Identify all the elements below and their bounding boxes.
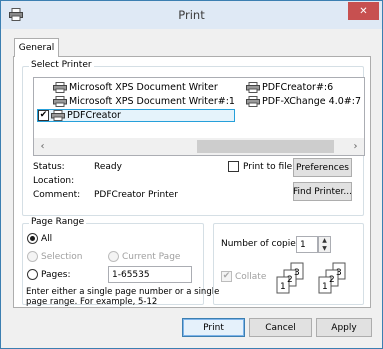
- status-label: Status:: [33, 162, 65, 172]
- page-number: 3: [294, 268, 300, 278]
- printer-item-xps-1[interactable]: Microsoft XPS Document Writer#:1: [53, 95, 235, 108]
- printer-icon: [246, 96, 260, 107]
- collate-illustration: 3 2 1 3 2 1: [276, 262, 346, 294]
- collate-label[interactable]: Collate: [235, 272, 266, 282]
- printer-item-pdfcreator[interactable]: ✔ PDFCreator: [37, 109, 235, 122]
- printer-name: PDFCreator#:6: [262, 82, 334, 93]
- printer-item-pdfcreator-6[interactable]: PDFCreator#:6: [246, 81, 333, 94]
- cancel-button[interactable]: Cancel: [249, 318, 312, 337]
- collate-checkbox[interactable]: ✔: [221, 271, 232, 282]
- printer-icon: [53, 82, 67, 93]
- printer-name: Microsoft XPS Document Writer#:1: [69, 96, 235, 107]
- current-page-label[interactable]: Current Page: [122, 252, 180, 262]
- print-button[interactable]: Print: [182, 318, 245, 337]
- pages-radio[interactable]: [27, 269, 38, 280]
- printer-name: PDFCreator: [67, 110, 121, 121]
- tab-general[interactable]: General: [14, 38, 59, 57]
- all-pages-label[interactable]: All: [41, 234, 52, 244]
- page-number: 1: [280, 282, 286, 292]
- print-dialog: Print ✕ General Select Printer Microsoft…: [0, 0, 383, 349]
- page-range-legend: Page Range: [29, 217, 87, 227]
- copies-group: Number of copies: ▲ ▼ ✔ Collate: [213, 223, 364, 305]
- all-pages-radio[interactable]: [27, 233, 38, 244]
- find-printer-button[interactable]: Find Printer...: [293, 182, 352, 201]
- close-button[interactable]: ✕: [348, 2, 379, 20]
- copies-input[interactable]: [296, 236, 318, 253]
- default-printer-check-icon: ✔: [38, 110, 49, 121]
- select-printer-legend: Select Printer: [29, 60, 94, 70]
- spin-up-icon[interactable]: ▲: [319, 237, 330, 245]
- location-label: Location:: [33, 176, 75, 186]
- page-number: 1: [322, 282, 328, 292]
- printer-icon: [246, 82, 260, 93]
- general-tab-panel: Select Printer Microsoft XPS Document Wr…: [13, 56, 371, 308]
- scroll-thumb[interactable]: [197, 140, 334, 153]
- status-value: Ready: [94, 162, 122, 172]
- dialog-body: General Select Printer Microsoft XPS Doc…: [4, 29, 379, 346]
- select-printer-group: Select Printer Microsoft XPS Document Wr…: [22, 60, 365, 216]
- printer-item-pdf-xchange[interactable]: PDF-XChange 4.0#:7: [246, 95, 361, 108]
- window-title: Print: [178, 8, 205, 22]
- printer-list-scrollbar[interactable]: ‹ ›: [34, 138, 364, 155]
- apply-button[interactable]: Apply: [316, 318, 372, 337]
- printer-item-xps[interactable]: Microsoft XPS Document Writer: [53, 81, 218, 94]
- printer-icon: [51, 110, 65, 121]
- printer-name: Microsoft XPS Document Writer: [69, 82, 218, 93]
- print-to-file-checkbox[interactable]: [228, 161, 239, 172]
- number-of-copies-label: Number of copies:: [221, 239, 304, 249]
- comment-label: Comment:: [33, 190, 81, 200]
- printer-name: PDF-XChange 4.0#:7: [262, 96, 361, 107]
- selection-label[interactable]: Selection: [41, 252, 82, 262]
- scroll-left-icon[interactable]: ‹: [34, 138, 51, 155]
- page-number: 2: [287, 275, 293, 285]
- pages-label[interactable]: Pages:: [41, 270, 71, 280]
- spin-down-icon[interactable]: ▼: [319, 245, 330, 253]
- page-number: 2: [329, 275, 335, 285]
- page-range-group: Page Range All Selection Current Page Pa…: [22, 217, 219, 307]
- page-range-help-line2: page range. For example, 5-12: [26, 297, 158, 307]
- selection-radio[interactable]: [27, 251, 38, 262]
- print-to-file-label[interactable]: Print to file: [243, 162, 292, 172]
- comment-value: PDFCreator Printer: [94, 190, 178, 200]
- scroll-right-icon[interactable]: ›: [347, 138, 364, 155]
- page-range-help-line1: Enter either a single page number or a s…: [26, 287, 220, 297]
- title-bar[interactable]: Print ✕: [1, 1, 382, 29]
- close-icon: ✕: [359, 5, 368, 17]
- pages-input[interactable]: [108, 266, 192, 283]
- printer-icon: [53, 96, 67, 107]
- printer-list[interactable]: Microsoft XPS Document Writer Microsoft …: [33, 77, 365, 156]
- page-number: 3: [336, 268, 342, 278]
- copies-spinner[interactable]: ▲ ▼: [318, 236, 331, 253]
- current-page-radio[interactable]: [108, 251, 119, 262]
- preferences-button[interactable]: Preferences: [293, 158, 352, 177]
